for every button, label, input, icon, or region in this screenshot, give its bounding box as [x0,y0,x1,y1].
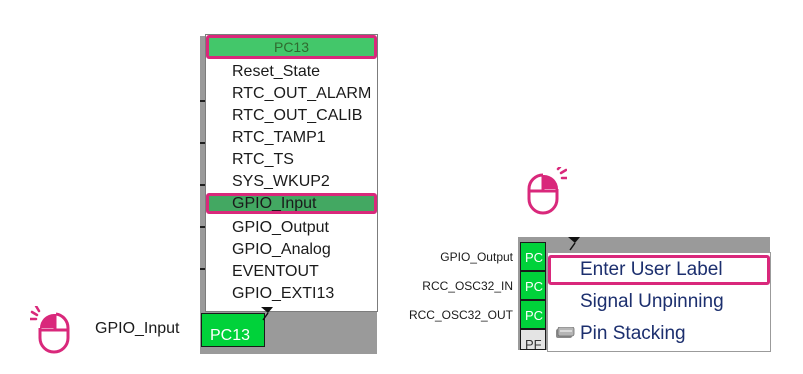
menu-item-signal-unpinning[interactable]: Signal Unpinning [548,287,770,317]
dropdown-item-gpio-output[interactable]: GPIO_Output [206,217,377,238]
pin-context-menu[interactable]: Enter User Label Signal Unpinning Pin St… [547,252,771,352]
dropdown-item-eventout[interactable]: EVENTOUT [206,261,377,282]
menu-item-enter-user-label[interactable]: Enter User Label [548,255,770,285]
pin-label-gpio-output: GPIO_Output [440,250,513,264]
pin-function-dropdown[interactable]: PC13 Reset_State RTC_OUT_ALARM RTC_OUT_C… [205,34,378,312]
dropdown-item-rtc-out-alarm[interactable]: RTC_OUT_ALARM [206,83,377,104]
mouse-left-click-icon [30,306,70,354]
pin-pc13[interactable]: PC13 [201,313,265,347]
dropdown-header[interactable]: PC13 [206,35,377,59]
pin-label-rcc-osc32-out: RCC_OSC32_OUT [408,308,513,322]
dropdown-item-sys-wkup2[interactable]: SYS_WKUP2 [206,171,377,192]
dropdown-item-gpio-exti13[interactable]: GPIO_EXTI13 [206,283,377,304]
dropdown-item-reset-state[interactable]: Reset_State [206,61,377,82]
dropdown-item-rtc-out-calib[interactable]: RTC_OUT_CALIB [206,105,377,126]
pin-gpio-output[interactable]: PC [520,242,546,271]
menu-item-pin-stacking[interactable]: Pin Stacking [548,319,770,349]
pin-signal-label: GPIO_Input [95,320,180,337]
mouse-right-click-icon [527,167,567,215]
pin-rcc-osc32-out[interactable]: PC [520,300,546,329]
dropdown-item-gpio-analog[interactable]: GPIO_Analog [206,239,377,260]
pin-pf[interactable]: PF [520,329,546,350]
menu-item-label: Pin Stacking [580,323,686,344]
dropdown-item-rtc-tamp1[interactable]: RTC_TAMP1 [206,127,377,148]
pin-marker-icon [568,237,580,251]
pin-rcc-osc32-in[interactable]: PC [520,271,546,300]
pin-label-rcc-osc32-in: RCC_OSC32_IN [422,279,513,293]
pin-stacking-icon [556,327,575,338]
pin-marker-icon [261,307,273,321]
dropdown-item-gpio-input[interactable]: GPIO_Input [206,193,377,214]
dropdown-item-rtc-ts[interactable]: RTC_TS [206,149,377,170]
